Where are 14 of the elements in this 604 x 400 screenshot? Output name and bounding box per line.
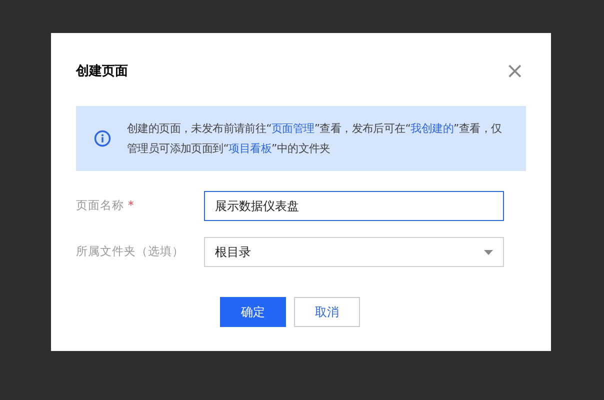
info-icon xyxy=(94,130,111,147)
field-label: 页面名称 * xyxy=(76,197,135,214)
link[interactable]: 我创建的 xyxy=(410,122,454,134)
dropdown[interactable]: 根目录 xyxy=(204,237,504,267)
close-button[interactable]: × xyxy=(504,61,526,83)
info-message: 创建的页面，未发布前请前往“页面管理”查看，发布后可在“我创建的”查看，仅管理员可添加页面到“项目看板”中的文件夹 xyxy=(127,120,503,156)
cancel-button[interactable]: 取消 xyxy=(294,297,360,327)
caret-icon xyxy=(484,250,493,254)
link[interactable]: 项目看板 xyxy=(228,142,272,154)
confirm-button[interactable]: 确定 xyxy=(220,297,286,327)
text-field[interactable]: 展示数据仪表盘 xyxy=(204,191,504,221)
dialog-title: 创建页面 xyxy=(76,63,128,82)
field-label: 所属文件夹（选填） xyxy=(76,243,185,260)
link[interactable]: 页面管理 xyxy=(272,122,314,134)
